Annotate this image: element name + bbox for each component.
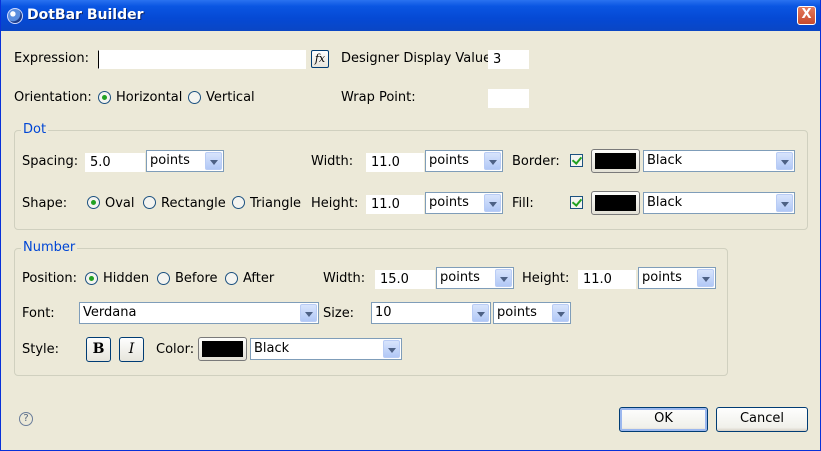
- dot-border-label: Border:: [512, 154, 560, 169]
- chevron-down-icon[interactable]: [776, 152, 793, 170]
- expression-input[interactable]: [98, 50, 306, 69]
- window-title: DotBar Builder: [27, 7, 144, 23]
- number-width-unit-select[interactable]: points: [436, 267, 514, 289]
- chevron-down-icon[interactable]: [495, 269, 512, 287]
- shape-triangle-radio[interactable]: [232, 196, 245, 209]
- number-size-select[interactable]: 10: [371, 302, 491, 324]
- number-size-unit-select[interactable]: points: [493, 302, 571, 324]
- dot-shape-label: Shape:: [22, 196, 68, 211]
- dot-border-color-swatch: [595, 153, 636, 169]
- number-position-label: Position:: [22, 271, 77, 286]
- shape-rectangle-label[interactable]: Rectangle: [161, 196, 226, 211]
- position-hidden-label[interactable]: Hidden: [103, 271, 149, 286]
- dot-border-color-select[interactable]: Black: [643, 150, 795, 172]
- italic-button[interactable]: I: [119, 337, 144, 362]
- dot-spacing-label: Spacing:: [22, 154, 79, 169]
- number-height-unit-select[interactable]: points: [638, 267, 716, 289]
- app-icon: [7, 8, 23, 24]
- dot-height-unit-select[interactable]: points: [425, 192, 503, 214]
- dot-width-input[interactable]: 11.0: [366, 153, 424, 172]
- chevron-down-icon[interactable]: [552, 304, 569, 322]
- wrap-point-label: Wrap Point:: [341, 90, 416, 105]
- number-color-button[interactable]: [198, 337, 247, 361]
- bold-button[interactable]: B: [86, 337, 111, 362]
- shape-oval-radio[interactable]: [87, 196, 100, 209]
- dot-border-checkbox[interactable]: [570, 154, 583, 167]
- dot-fill-color-button[interactable]: [591, 191, 640, 215]
- position-before-radio[interactable]: [157, 272, 170, 285]
- dot-group: [14, 130, 808, 230]
- position-hidden-radio[interactable]: [85, 272, 98, 285]
- orientation-label: Orientation:: [14, 90, 92, 105]
- dotbar-builder-dialog: DotBar Builder X Expression: fx Designer…: [0, 0, 821, 451]
- number-height-label: Height:: [522, 271, 570, 286]
- designer-display-label: Designer Display Value:: [341, 51, 496, 66]
- chevron-down-icon[interactable]: [484, 152, 501, 170]
- chevron-down-icon[interactable]: [205, 152, 222, 170]
- shape-rectangle-radio[interactable]: [143, 196, 156, 209]
- position-after-label[interactable]: After: [243, 271, 274, 286]
- expression-builder-button[interactable]: fx: [311, 50, 329, 68]
- dot-group-title: Dot: [21, 122, 49, 137]
- dot-spacing-input[interactable]: 5.0: [85, 153, 145, 172]
- close-button[interactable]: X: [797, 6, 816, 25]
- dot-width-unit-select[interactable]: points: [425, 150, 503, 172]
- dot-width-label: Width:: [311, 154, 354, 169]
- orientation-vertical-label[interactable]: Vertical: [206, 90, 255, 105]
- title-bar[interactable]: DotBar Builder X: [1, 0, 820, 31]
- number-group-title: Number: [21, 240, 78, 255]
- dot-border-color-button[interactable]: [591, 149, 640, 173]
- chevron-down-icon[interactable]: [300, 304, 317, 322]
- orientation-horizontal-label[interactable]: Horizontal: [116, 90, 182, 105]
- position-before-label[interactable]: Before: [175, 271, 218, 286]
- dot-fill-checkbox[interactable]: [570, 196, 583, 209]
- number-width-label: Width:: [323, 271, 366, 286]
- number-font-select[interactable]: Verdana: [79, 302, 319, 324]
- chevron-down-icon[interactable]: [472, 304, 489, 322]
- dot-fill-label: Fill:: [512, 196, 534, 211]
- chevron-down-icon[interactable]: [776, 194, 793, 212]
- number-height-input[interactable]: 11.0: [578, 270, 636, 289]
- number-color-swatch: [202, 341, 243, 357]
- orientation-vertical-radio[interactable]: [188, 91, 201, 104]
- dot-fill-color-swatch: [595, 195, 636, 211]
- dot-fill-color-select[interactable]: Black: [643, 192, 795, 214]
- chevron-down-icon[interactable]: [697, 269, 714, 287]
- dot-spacing-unit-select[interactable]: points: [146, 150, 224, 172]
- number-font-label: Font:: [22, 306, 55, 321]
- designer-display-input[interactable]: 3: [488, 50, 529, 69]
- shape-oval-label[interactable]: Oval: [105, 196, 135, 211]
- shape-triangle-label[interactable]: Triangle: [250, 196, 301, 211]
- position-after-radio[interactable]: [225, 272, 238, 285]
- cancel-button[interactable]: Cancel: [716, 407, 808, 432]
- number-style-label: Style:: [22, 342, 60, 357]
- number-color-select[interactable]: Black: [250, 338, 402, 360]
- wrap-point-input[interactable]: [488, 89, 529, 108]
- help-icon[interactable]: ?: [19, 412, 33, 426]
- dot-height-input[interactable]: 11.0: [366, 195, 424, 214]
- chevron-down-icon[interactable]: [383, 340, 400, 358]
- orientation-horizontal-radio[interactable]: [98, 91, 111, 104]
- number-color-label: Color:: [156, 342, 195, 357]
- chevron-down-icon[interactable]: [484, 194, 501, 212]
- number-size-label: Size:: [323, 306, 355, 321]
- expression-label: Expression:: [14, 51, 89, 66]
- dot-height-label: Height:: [311, 196, 359, 211]
- ok-button[interactable]: OK: [619, 407, 708, 432]
- number-width-input[interactable]: 15.0: [375, 270, 435, 289]
